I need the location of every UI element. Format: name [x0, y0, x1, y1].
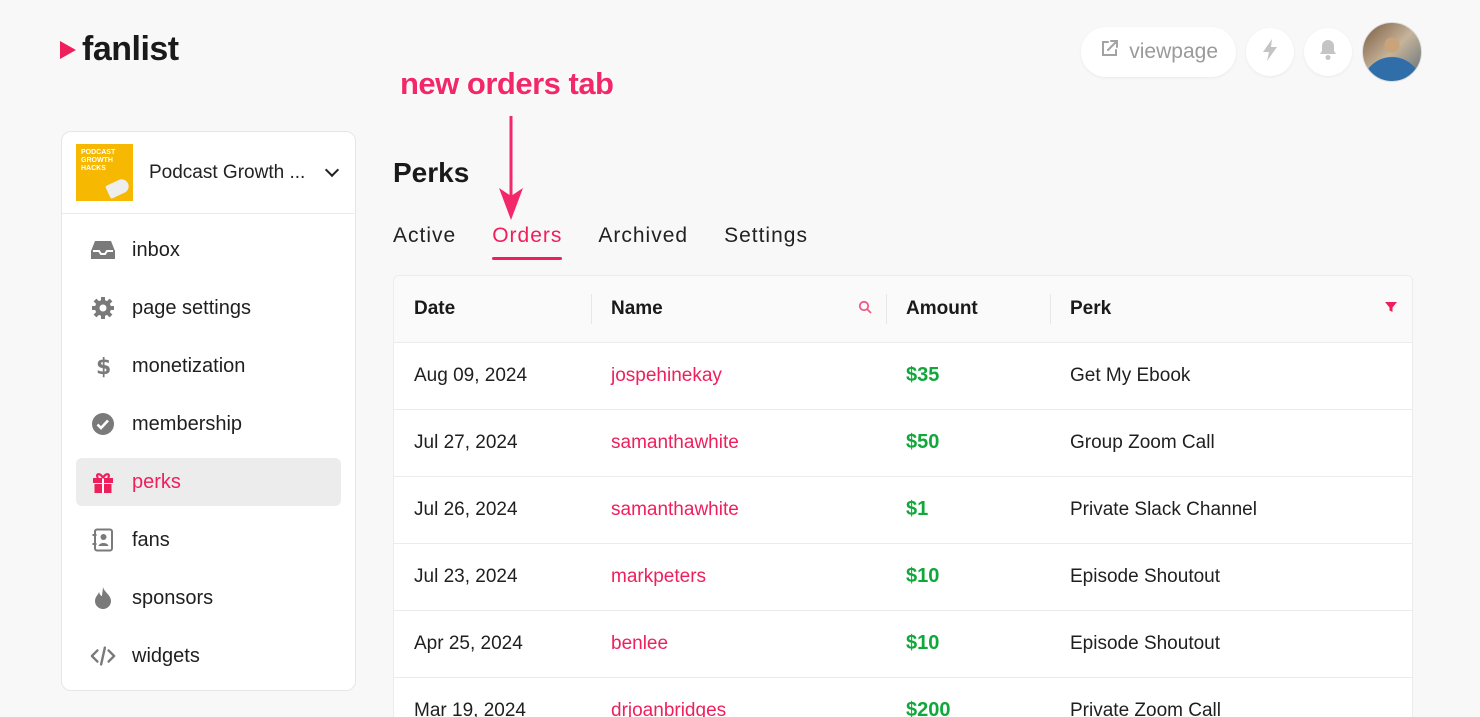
viewpage-label: viewpage: [1129, 40, 1218, 63]
sidebar-item-label: inbox: [132, 238, 180, 261]
table-row[interactable]: Jul 27, 2024 samanthawhite $50 Group Zoo…: [394, 409, 1412, 476]
table-row[interactable]: Jul 23, 2024 markpeters $10 Episode Shou…: [394, 543, 1412, 610]
sidebar-item-fans[interactable]: fans: [76, 516, 341, 564]
sidebar-item-label: perks: [132, 470, 181, 493]
lightning-button[interactable]: [1246, 28, 1294, 76]
filter-icon[interactable]: [1384, 298, 1398, 320]
column-header-perk[interactable]: Perk: [1050, 276, 1412, 342]
cell-name[interactable]: samanthawhite: [591, 409, 886, 476]
brand-logo[interactable]: fanlist: [60, 30, 179, 69]
table-row[interactable]: Mar 19, 2024 drjoanbridges $200 Private …: [394, 677, 1412, 717]
brand-name: fanlist: [82, 30, 179, 68]
column-header-date[interactable]: Date: [394, 276, 591, 342]
cell-amount: $10: [906, 565, 940, 587]
cell-date: Jul 23, 2024: [414, 565, 518, 587]
bell-icon: [1318, 39, 1338, 66]
workspace-name: Podcast Growth ...: [149, 161, 306, 183]
cell-perk: Private Zoom Call: [1070, 699, 1221, 717]
check-circle-icon: [90, 411, 116, 437]
tab-active[interactable]: Active: [393, 224, 456, 256]
inbox-icon: [90, 237, 116, 263]
dollar-icon: $: [90, 353, 116, 379]
sidebar-nav: inbox page settings $ monetization membe…: [62, 214, 355, 702]
table-row[interactable]: Jul 26, 2024 samanthawhite $1 Private Sl…: [394, 476, 1412, 543]
sidebar: PODCAST GROWTH HACKS Podcast Growth ... in…: [61, 131, 356, 691]
workspace-switcher[interactable]: PODCAST GROWTH HACKS Podcast Growth ...: [62, 132, 355, 214]
svg-text:$: $: [96, 355, 111, 379]
sidebar-item-monetization[interactable]: $ monetization: [76, 342, 341, 390]
chevron-down-icon: [324, 162, 340, 178]
cell-perk: Group Zoom Call: [1070, 431, 1215, 453]
sidebar-item-membership[interactable]: membership: [76, 400, 341, 448]
cell-perk: Episode Shoutout: [1070, 632, 1221, 654]
tab-archived[interactable]: Archived: [598, 224, 688, 256]
annotation-label: new orders tab: [400, 66, 614, 101]
sidebar-item-sponsors[interactable]: sponsors: [76, 574, 341, 622]
viewpage-button[interactable]: viewpage: [1081, 27, 1236, 77]
sidebar-item-label: widgets: [132, 644, 200, 667]
tab-settings[interactable]: Settings: [724, 224, 808, 256]
cell-date: Mar 19, 2024: [414, 699, 526, 717]
cell-perk: Get My Ebook: [1070, 364, 1191, 386]
contact-book-icon: [90, 527, 116, 553]
avatar[interactable]: [1362, 22, 1422, 82]
sidebar-item-label: sponsors: [132, 586, 214, 609]
code-icon: [90, 643, 116, 669]
sidebar-item-page-settings[interactable]: page settings: [76, 284, 341, 332]
sidebar-item-label: page settings: [132, 296, 251, 319]
cell-name[interactable]: jospehinekay: [591, 342, 886, 409]
cell-amount: $35: [906, 364, 940, 386]
cell-perk: Private Slack Channel: [1070, 498, 1257, 520]
cell-amount: $1: [906, 498, 929, 520]
gear-icon: [90, 295, 116, 321]
cell-date: Jul 26, 2024: [414, 498, 518, 520]
orders-table: Date Name Amount Perk Aug 09, 2024 jospe…: [393, 275, 1413, 717]
lightning-icon: [1262, 38, 1278, 66]
sidebar-item-label: fans: [132, 528, 170, 551]
table-row[interactable]: Aug 09, 2024 jospehinekay $35 Get My Ebo…: [394, 342, 1412, 409]
search-icon[interactable]: [858, 298, 872, 320]
cell-date: Jul 27, 2024: [414, 431, 518, 453]
cell-date: Aug 09, 2024: [414, 364, 528, 386]
notifications-button[interactable]: [1304, 28, 1352, 76]
cell-amount: $10: [906, 632, 940, 654]
table-row[interactable]: Apr 25, 2024 benlee $10 Episode Shoutout: [394, 610, 1412, 677]
tab-orders[interactable]: Orders: [492, 224, 563, 260]
sidebar-item-label: monetization: [132, 354, 246, 377]
flame-icon: [90, 585, 116, 611]
sidebar-item-inbox[interactable]: inbox: [76, 226, 341, 274]
cell-name[interactable]: markpeters: [591, 543, 886, 610]
cell-name[interactable]: benlee: [591, 610, 886, 677]
play-icon: [60, 40, 76, 59]
cell-name[interactable]: samanthawhite: [591, 476, 886, 543]
annotation-arrow: [499, 116, 523, 220]
column-header-amount[interactable]: Amount: [886, 276, 1050, 342]
cell-perk: Episode Shoutout: [1070, 565, 1221, 587]
top-actions: viewpage: [1081, 22, 1422, 82]
sidebar-item-label: membership: [132, 412, 243, 435]
page-title: Perks: [393, 157, 470, 188]
cell-date: Apr 25, 2024: [414, 632, 523, 654]
column-header-name[interactable]: Name: [591, 276, 886, 342]
tabs: Active Orders Archived Settings: [393, 224, 808, 260]
cell-amount: $200: [906, 699, 951, 717]
sidebar-item-widgets[interactable]: widgets: [76, 632, 341, 680]
sidebar-item-perks[interactable]: perks: [76, 458, 341, 506]
gift-icon: [90, 469, 116, 495]
workspace-thumbnail: PODCAST GROWTH HACKS: [76, 144, 133, 201]
table-header-row: Date Name Amount Perk: [394, 276, 1412, 342]
external-link-icon: [1099, 39, 1119, 65]
cell-amount: $50: [906, 431, 940, 453]
cell-name[interactable]: drjoanbridges: [591, 677, 886, 717]
